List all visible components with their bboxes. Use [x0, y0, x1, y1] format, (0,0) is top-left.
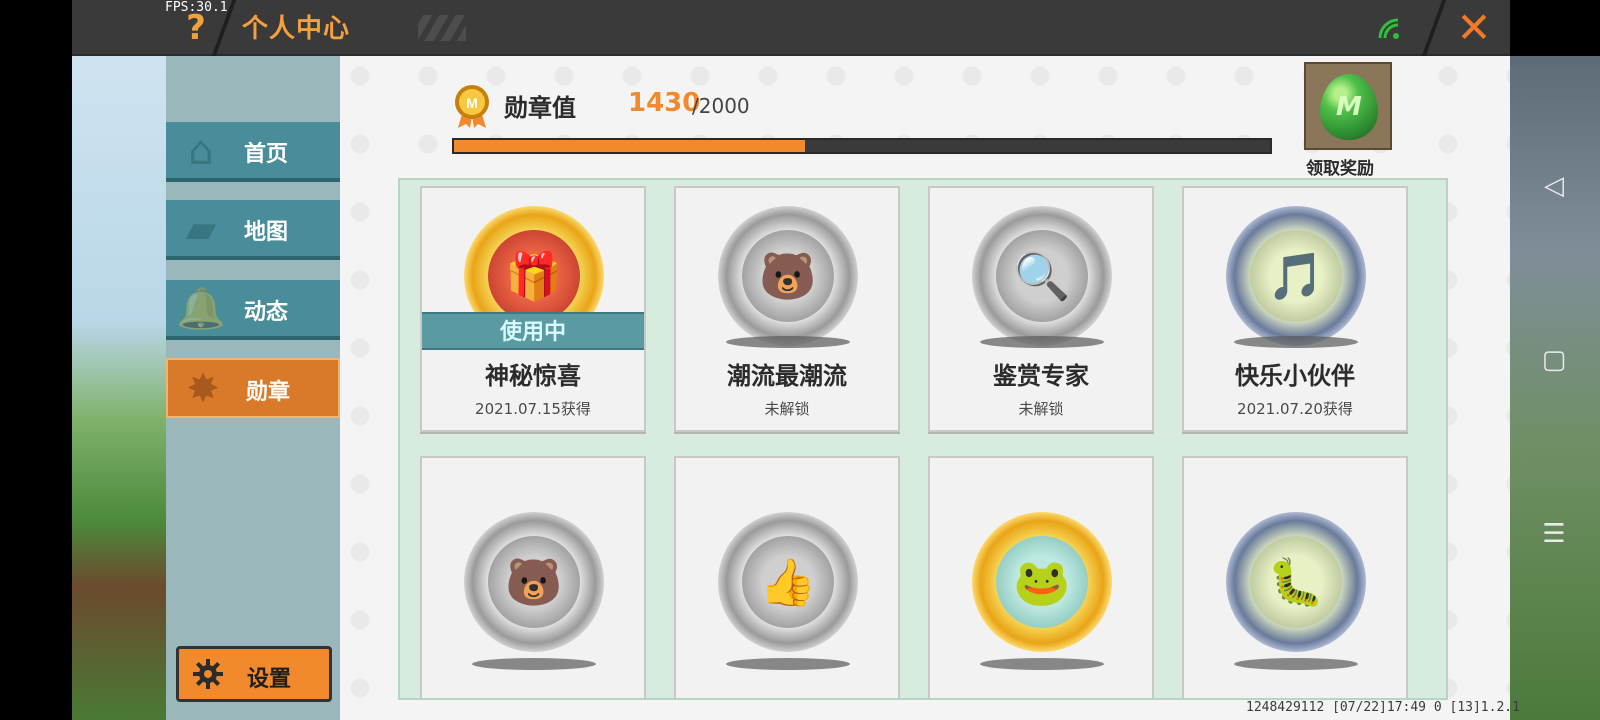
badge-medal: 🐸 [972, 512, 1112, 652]
help-icon[interactable]: ? [180, 8, 212, 48]
worm-icon: 🐛 [1250, 536, 1342, 628]
badge-card[interactable]: 🔍 鉴赏专家 未解锁 [928, 186, 1154, 432]
badge-grid: 🎁 使用中 神秘惊喜 2021.07.15获得 🐻 潮流最潮流 未解锁 🔍 鉴赏… [398, 178, 1448, 700]
frog-icon: 🐸 [996, 536, 1088, 628]
background-scene-right [1510, 56, 1600, 720]
badge-name: 神秘惊喜 [485, 362, 581, 390]
sidebar-item-map[interactable]: ▰ 地图 [166, 200, 340, 260]
medal-points-icon: M [455, 85, 489, 128]
sidebar-item-medals[interactable]: ✸ 勋章 [166, 358, 340, 418]
build-info: 1248429112 [07/22]17:49 0 [13]1.2.1 [1246, 700, 1520, 715]
home-icon: ⌂ [188, 128, 214, 174]
menu-nav-icon[interactable]: ☰ [1538, 518, 1570, 550]
sidebar-item-label: 动态 [244, 300, 289, 325]
badge-medal: 🎵 [1226, 206, 1366, 346]
back-nav-icon[interactable]: ◁ [1538, 170, 1570, 202]
badge-shadow [980, 336, 1104, 348]
app-screen: ◁ ▢ ☰ FPS:30.1 ? 个人中心 ✕ ⌂ 首页 ▰ 地图 🔔 动态 ✸… [0, 0, 1600, 720]
badge-date: 2021.07.20获得 [1237, 400, 1353, 418]
medal-icon: ✸ [186, 366, 220, 412]
badge-card[interactable]: 🐻 潮流最潮流 未解锁 [674, 186, 900, 432]
bell-icon: 🔔 [176, 286, 226, 332]
sidebar-item-feed[interactable]: 🔔 动态 [166, 280, 340, 340]
badge-medal: 🐻 [718, 206, 858, 346]
badge-shadow [472, 658, 596, 670]
badge-name: 快乐小伙伴 [1235, 362, 1355, 390]
settings-button[interactable]: 设置 [176, 646, 332, 702]
badge-name: 潮流最潮流 [727, 362, 847, 390]
badge-card[interactable]: 🐻 [420, 456, 646, 698]
in-use-label: 使用中 [422, 312, 644, 350]
badge-card[interactable]: 🎵 快乐小伙伴 2021.07.20获得 [1182, 186, 1408, 432]
map-icon: ▰ [185, 206, 217, 252]
lens-icon: 🔍 [996, 230, 1088, 322]
badge-card[interactable]: 🐸 [928, 456, 1154, 698]
badge-status: 未解锁 [764, 400, 810, 418]
gear-icon [193, 659, 223, 689]
badge-shadow [726, 336, 850, 348]
badge-medal: 👍 [718, 512, 858, 652]
badge-shadow [1234, 658, 1358, 670]
egg-icon: M [1320, 74, 1378, 140]
badge-medal: 🐛 [1226, 512, 1366, 652]
badge-date: 2021.07.15获得 [475, 400, 591, 418]
medal-points-max: /2000 [692, 94, 750, 118]
svg-text:M: M [466, 95, 478, 111]
page-title: 个人中心 [242, 14, 351, 44]
home-nav-icon[interactable]: ▢ [1538, 344, 1570, 376]
signal-icon [1378, 18, 1399, 39]
decorative-stripes [418, 15, 466, 41]
bear-icon: 🐻 [742, 230, 834, 322]
music-friends-icon: 🎵 [1250, 230, 1342, 322]
medal-progress-bar [452, 138, 1272, 154]
badge-card[interactable]: 🐛 [1182, 456, 1408, 698]
reward-button[interactable]: M [1304, 62, 1392, 150]
sidebar-item-label: 地图 [244, 220, 289, 245]
reward-label: 领取奖励 [1306, 159, 1374, 179]
sidebar-item-home[interactable]: ⌂ 首页 [166, 122, 340, 182]
badge-medal: 🐻 [464, 512, 604, 652]
thumbs-up-icon: 👍 [742, 536, 834, 628]
sidebar-item-label: 首页 [244, 142, 289, 167]
badge-shadow [1234, 336, 1358, 348]
badge-card[interactable]: 👍 [674, 456, 900, 698]
badge-shadow [726, 658, 850, 670]
badge-name: 鉴赏专家 [993, 362, 1089, 390]
gift-icon: 🎁 [488, 230, 580, 322]
bear-icon: 🐻 [488, 536, 580, 628]
badge-card[interactable]: 🎁 使用中 神秘惊喜 2021.07.15获得 [420, 186, 646, 432]
background-scene-left [72, 56, 167, 720]
close-icon[interactable]: ✕ [1452, 6, 1496, 50]
medal-points-value: 1430 [628, 88, 701, 118]
medal-progress-fill [454, 140, 805, 152]
sidebar-item-label: 勋章 [246, 380, 291, 405]
settings-label: 设置 [247, 667, 292, 692]
badge-shadow [980, 658, 1104, 670]
badge-status: 未解锁 [1018, 400, 1064, 418]
medal-points-label: 勋章值 [504, 94, 576, 122]
badge-medal: 🔍 [972, 206, 1112, 346]
